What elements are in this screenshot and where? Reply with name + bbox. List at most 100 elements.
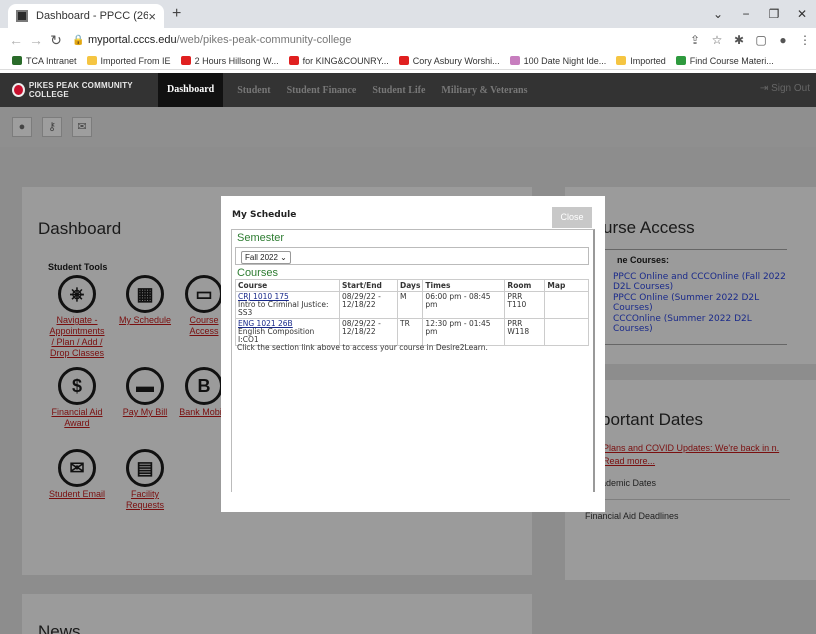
- monitor-icon[interactable]: ▭: [185, 275, 223, 313]
- bookmark-icon: [509, 56, 520, 65]
- bookmark-item[interactable]: for KING&COUNRY...: [288, 56, 389, 66]
- chevron-down-icon[interactable]: ⌄: [704, 7, 732, 21]
- kebab-menu-icon[interactable]: ⋮: [794, 33, 816, 47]
- profile-icon[interactable]: ●: [772, 33, 794, 47]
- schedule-frame: Semester Fall 2022 ⌄ Courses Course Star…: [231, 229, 595, 492]
- credit-card-icon[interactable]: ▬: [126, 367, 164, 405]
- room-cell: PRR W118: [504, 318, 546, 346]
- browser-tab[interactable]: Dashboard - PPCC (26) ×: [8, 4, 164, 28]
- lock-icon[interactable]: 🔒: [72, 35, 88, 46]
- days-cell: M: [396, 291, 424, 319]
- map-cell: [544, 318, 589, 346]
- bookmark-item[interactable]: 2 Hours Hillsong W...: [180, 55, 279, 66]
- nav-dashboard[interactable]: Dashboard: [158, 73, 224, 107]
- bookmark-item[interactable]: TCA Intranet: [12, 56, 77, 66]
- student-tool-tile[interactable]: ▬ Pay My Bill: [115, 367, 175, 418]
- bookmark-item[interactable]: 100 Date Night Ide...: [509, 56, 606, 66]
- bookmark-label: 2 Hours Hillsong W...: [194, 55, 279, 66]
- sign-out-label: Sign Out: [771, 83, 810, 94]
- course-name: English Composition I:CO1: [238, 327, 315, 344]
- logo-text: PIKES PEAK COMMUNITY COLLEGE: [28, 81, 133, 99]
- dollar-icon[interactable]: $: [58, 367, 96, 405]
- forward-arrow-icon[interactable]: →: [26, 32, 46, 48]
- semester-select[interactable]: Fall 2022 ⌄: [241, 251, 291, 264]
- extensions-icon[interactable]: ✱: [728, 33, 750, 47]
- bookmark-icon: [398, 56, 409, 65]
- tab-title: Dashboard - PPCC (26): [36, 10, 149, 22]
- nav-student-finance[interactable]: Student Finance: [287, 85, 357, 96]
- bookmark-label: Imported From IE: [100, 55, 171, 66]
- student-tool-tile[interactable]: ▦ My Schedule: [115, 275, 175, 326]
- student-tool-label[interactable]: Financial Aid Award: [47, 407, 107, 429]
- star-icon[interactable]: ☆: [706, 33, 728, 47]
- nav-military-veterans[interactable]: Military & Veterans: [441, 85, 527, 96]
- maximize-button[interactable]: ❐: [760, 7, 788, 21]
- student-tool-tile[interactable]: $ Financial Aid Award: [47, 367, 107, 429]
- calendar-icon[interactable]: ▦: [126, 275, 164, 313]
- back-arrow-icon[interactable]: ←: [6, 32, 26, 48]
- course-cell: CRJ 1010 175 Intro to Criminal Justice: S…: [235, 291, 340, 319]
- bookmark-item[interactable]: Imported: [616, 56, 666, 66]
- courses-label: Courses: [237, 267, 278, 279]
- table-row: CRJ 1010 175 Intro to Criminal Justice: S…: [235, 291, 589, 319]
- room-cell: PRR T110: [504, 291, 546, 319]
- important-dates-title: portant Dates: [601, 410, 704, 429]
- student-tool-label[interactable]: My Schedule: [115, 315, 175, 326]
- student-tool-label[interactable]: Pay My Bill: [115, 407, 175, 418]
- col-room: Room: [504, 279, 546, 292]
- close-button[interactable]: Close: [552, 207, 592, 228]
- student-tool-label[interactable]: Facility Requests: [115, 489, 175, 511]
- dashboard-title: Dashboard: [38, 219, 122, 238]
- new-tab-button[interactable]: +: [172, 5, 181, 23]
- dates-cell: 08/29/22 - 12/18/22: [339, 318, 398, 346]
- sign-out-link[interactable]: ⇥ Sign Out: [760, 83, 810, 94]
- url-field[interactable]: 🔒 myportal.cccs.edu /web/pikes-peak-comm…: [72, 34, 352, 46]
- course-link-summer-ppcc[interactable]: PPCC Online (Summer 2022 D2L Courses): [613, 293, 789, 313]
- student-tool-tile[interactable]: ✉ Student Email: [47, 449, 107, 500]
- close-tab-icon[interactable]: ×: [148, 9, 156, 24]
- bookmark-icon: [288, 56, 299, 65]
- mail-icon[interactable]: ✉: [72, 117, 92, 137]
- bookmark-item[interactable]: Cory Asbury Worshi...: [398, 56, 500, 66]
- covid-update-link[interactable]: Plans and COVID Updates: We're back in n…: [603, 442, 803, 468]
- bank-b-icon[interactable]: B: [185, 367, 223, 405]
- course-name: Intro to Criminal Justice: SS3: [238, 300, 329, 317]
- student-tool-tile[interactable]: ⎈ Navigate - Appointments / Plan / Add / …: [47, 275, 107, 359]
- student-tool-label[interactable]: Student Email: [47, 489, 107, 500]
- course-link-summer-ccc[interactable]: CCCOnline (Summer 2022 D2L Courses): [613, 314, 789, 334]
- d2l-hint: Click the section link above to access y…: [237, 343, 488, 352]
- times-cell: 06:00 pm - 08:45 pm: [422, 291, 506, 319]
- semester-select-row: Fall 2022 ⌄: [235, 247, 589, 265]
- share-icon[interactable]: ⇪: [684, 33, 706, 47]
- course-cell: ENG 1021 26B English Composition I:CO1: [235, 318, 340, 346]
- times-cell: 12:30 pm - 01:45 pm: [422, 318, 506, 346]
- close-window-button[interactable]: ✕: [788, 7, 816, 21]
- sidepanel-icon[interactable]: ▢: [750, 33, 772, 47]
- financial-aid-deadlines-item[interactable]: Financial Aid Deadlines: [585, 511, 679, 521]
- bookmark-item[interactable]: Find Course Materi...: [675, 56, 774, 66]
- bookmarks-bar: TCA Intranet Imported From IE 2 Hours Hill…: [0, 52, 816, 70]
- nav-student-life[interactable]: Student Life: [372, 85, 425, 96]
- academic-dates-item[interactable]: ademic Dates: [601, 478, 656, 488]
- student-tool-label[interactable]: Navigate - Appointments / Plan / Add / D…: [47, 315, 107, 359]
- help-icon[interactable]: ●: [12, 117, 32, 137]
- reload-icon[interactable]: ↻: [46, 32, 66, 49]
- nav-student[interactable]: Student: [237, 85, 270, 96]
- course-link-fall[interactable]: PPCC Online and CCCOnline (Fall 2022 D2L…: [613, 272, 789, 292]
- envelope-icon[interactable]: ✉: [58, 449, 96, 487]
- student-tool-tile[interactable]: ▤ Facility Requests: [115, 449, 175, 511]
- bookmark-item[interactable]: Imported From IE: [86, 55, 171, 66]
- document-icon[interactable]: ▤: [126, 449, 164, 487]
- key-icon[interactable]: ⚷: [42, 117, 62, 137]
- college-logo[interactable]: PIKES PEAK COMMUNITY COLLEGE: [0, 81, 158, 99]
- bookmark-icon: [180, 56, 191, 65]
- bookmark-label: Imported: [630, 55, 666, 66]
- minimize-button[interactable]: −: [732, 7, 760, 21]
- table-row: ENG 1021 26B English Composition I:CO1 08…: [235, 318, 589, 346]
- col-start-end: Start/End: [339, 279, 398, 292]
- url-domain: myportal.cccs.edu: [88, 34, 177, 46]
- bookmark-icon: [86, 56, 97, 65]
- col-days: Days: [396, 279, 424, 292]
- bookmark-label: TCA Intranet: [26, 55, 77, 66]
- ship-wheel-icon[interactable]: ⎈: [58, 275, 96, 313]
